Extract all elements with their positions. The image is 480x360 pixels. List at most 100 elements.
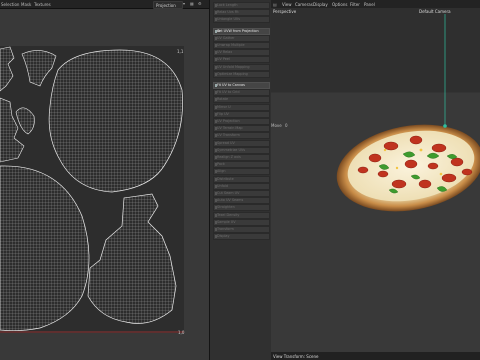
tool-item[interactable]: Straighten — [213, 204, 270, 212]
tool-item[interactable]: Spread UV — [213, 139, 270, 147]
uv-corner-bottom: 1,0 — [178, 330, 185, 335]
tool-item-label: Transform — [217, 227, 234, 231]
viewport-menu-icon[interactable]: ▤ — [273, 2, 277, 7]
tool-item[interactable]: Sample UV — [213, 218, 270, 226]
tool-item-label: Unwrap Multiple — [217, 43, 245, 47]
tool-item[interactable]: UV Relax — [213, 49, 270, 57]
tool-item-label: Auto UV Seams — [217, 198, 244, 203]
tool-item-label: Rotate — [217, 97, 229, 102]
tool-item-label: UV Projection — [217, 119, 240, 123]
uv-shell — [0, 97, 25, 163]
tool-item-label: Fit UV to Grid — [217, 90, 240, 95]
tool-item[interactable]: Symmetrize UVs — [213, 146, 270, 154]
tool-item-label: Unfold — [217, 183, 228, 188]
tool-item-label: Mirror U — [217, 104, 231, 109]
tool-item-label: Pack — [217, 162, 225, 167]
tool-item[interactable]: UV Peel — [213, 56, 270, 64]
tool-item-label: Realign Z axis — [217, 155, 241, 159]
tool-item[interactable]: Realign Z axis — [213, 154, 270, 161]
tool-item-label: Relax Uvs Fit — [217, 10, 239, 15]
tool-item-label: Align — [217, 169, 226, 174]
tool-item-label: Flip UV — [217, 111, 229, 116]
projection-dropdown[interactable]: Projection — [153, 1, 183, 9]
viewport-canvas[interactable]: Perspective Default Camera Move 0 — [271, 8, 480, 360]
viewport-3d[interactable]: ▤ View Cameras Display Options Filter Pa… — [271, 0, 480, 360]
tool-item[interactable]: Auto UV Seams — [213, 197, 270, 205]
viewport-status-bar: View Transform: Scene — [271, 352, 480, 360]
tool-item-label: Cut Seam UV — [217, 191, 240, 195]
tool-item[interactable]: Display — [213, 233, 270, 241]
tool-item[interactable]: Lock Length — [213, 2, 270, 9]
tool-item[interactable]: UV Projection — [213, 118, 270, 125]
tool-item[interactable]: Relax Uvs Fit — [213, 9, 270, 17]
tool-item-label: Optimize Mapping — [217, 71, 248, 76]
uv-canvas[interactable]: 1,1 1,0 — [0, 9, 209, 360]
tool-item-label: Display — [217, 234, 230, 239]
uv-shell — [15, 107, 35, 135]
tool-item[interactable]: Pack — [213, 161, 270, 169]
tool-item-label: Straighten — [217, 205, 235, 210]
uv-shell — [0, 46, 15, 92]
view-transform-label: View Transform: Scene — [273, 354, 319, 359]
tool-item[interactable]: UV Transform — [213, 132, 270, 140]
tool-item-label: UV Gather — [217, 35, 235, 40]
menu-mask[interactable]: Mask — [21, 2, 31, 7]
grid-icon[interactable]: ▦ — [190, 1, 194, 6]
uv-editor-menubar: Selection Mask Textures Projection ▾ ▦ ⚙ — [0, 0, 209, 9]
tool-item-label: Spread UV — [217, 140, 235, 145]
tool-item-label: UV Unfold Mapping — [217, 64, 250, 69]
menu-filter[interactable]: Filter — [350, 2, 360, 7]
gear-icon[interactable]: ⚙ — [217, 29, 268, 33]
chevron-down-icon[interactable]: ▾ — [183, 1, 185, 6]
uv-shells — [0, 46, 184, 333]
pizza-scene — [336, 14, 480, 212]
uv-corner-top: 1,1 — [177, 49, 184, 54]
tool-item-label: Lock Length — [217, 3, 238, 7]
tool-item[interactable]: Untangle UVs — [213, 16, 270, 24]
tool-item[interactable]: Set UVW from Projection ⚙ — [213, 27, 270, 35]
menu-panel[interactable]: Panel — [364, 2, 375, 7]
tool-item[interactable]: Unwrap Multiple — [213, 42, 270, 49]
tool-item-label: Fit UV to Canvas — [217, 83, 245, 87]
uv-shell — [0, 165, 90, 332]
tool-item-label: UV Peel — [217, 57, 230, 62]
projection-dropdown-value: Projection — [156, 3, 176, 8]
tool-item-label: Sample UV — [217, 219, 236, 224]
tool-item[interactable]: Optimize Mapping — [213, 70, 270, 78]
tool-item-label: Symmetrize UVs — [217, 147, 246, 152]
uv-tool-panel: Lock Length Relax Uvs Fit Untangle UVs Set … — [209, 0, 272, 360]
tool-item[interactable]: Mirror U — [213, 103, 270, 111]
tool-item[interactable]: Align — [213, 168, 270, 176]
menu-view[interactable]: View — [282, 2, 292, 7]
tool-item[interactable]: Flip UV — [213, 110, 270, 118]
tool-item-label: UV Relax — [217, 50, 233, 55]
tool-item[interactable]: Texel Density — [213, 211, 270, 219]
tool-item[interactable]: Transform — [213, 226, 270, 233]
settings-icon[interactable]: ⚙ — [198, 1, 202, 6]
tool-item-label: Texel Density — [217, 212, 240, 217]
tool-item[interactable]: Fit UV to Canvas — [213, 82, 270, 89]
tool-item[interactable]: Cut Seam UV — [213, 190, 270, 197]
tool-item[interactable]: Distribute — [213, 175, 270, 183]
tool-item-label: UV Terrain Map — [217, 126, 243, 131]
menu-options[interactable]: Options — [332, 2, 347, 7]
menu-display[interactable]: Display — [313, 2, 328, 7]
tool-item[interactable]: Rotate — [213, 96, 270, 104]
tool-item[interactable]: UV Gather — [213, 34, 270, 42]
uv-shell — [48, 49, 183, 193]
menu-cameras[interactable]: Cameras — [295, 2, 313, 7]
uv-shell — [87, 193, 177, 324]
tool-item-label: UV Transform — [217, 133, 240, 138]
menu-textures[interactable]: Textures — [34, 2, 51, 7]
uv-shell — [21, 50, 57, 87]
uv-space-region: 1,1 1,0 — [0, 46, 185, 335]
menu-selection[interactable]: Selection — [1, 2, 19, 7]
tool-item-label: Distribute — [217, 176, 234, 181]
tool-item[interactable]: Fit UV to Grid — [213, 89, 270, 97]
tool-item-label: Untangle UVs — [217, 17, 241, 22]
tool-item[interactable]: UV Terrain Map — [213, 125, 270, 133]
tool-item[interactable]: Unfold — [213, 182, 270, 190]
pizza-model — [336, 124, 480, 212]
pivot-icon — [443, 124, 447, 128]
tool-item[interactable]: UV Unfold Mapping — [213, 63, 270, 71]
